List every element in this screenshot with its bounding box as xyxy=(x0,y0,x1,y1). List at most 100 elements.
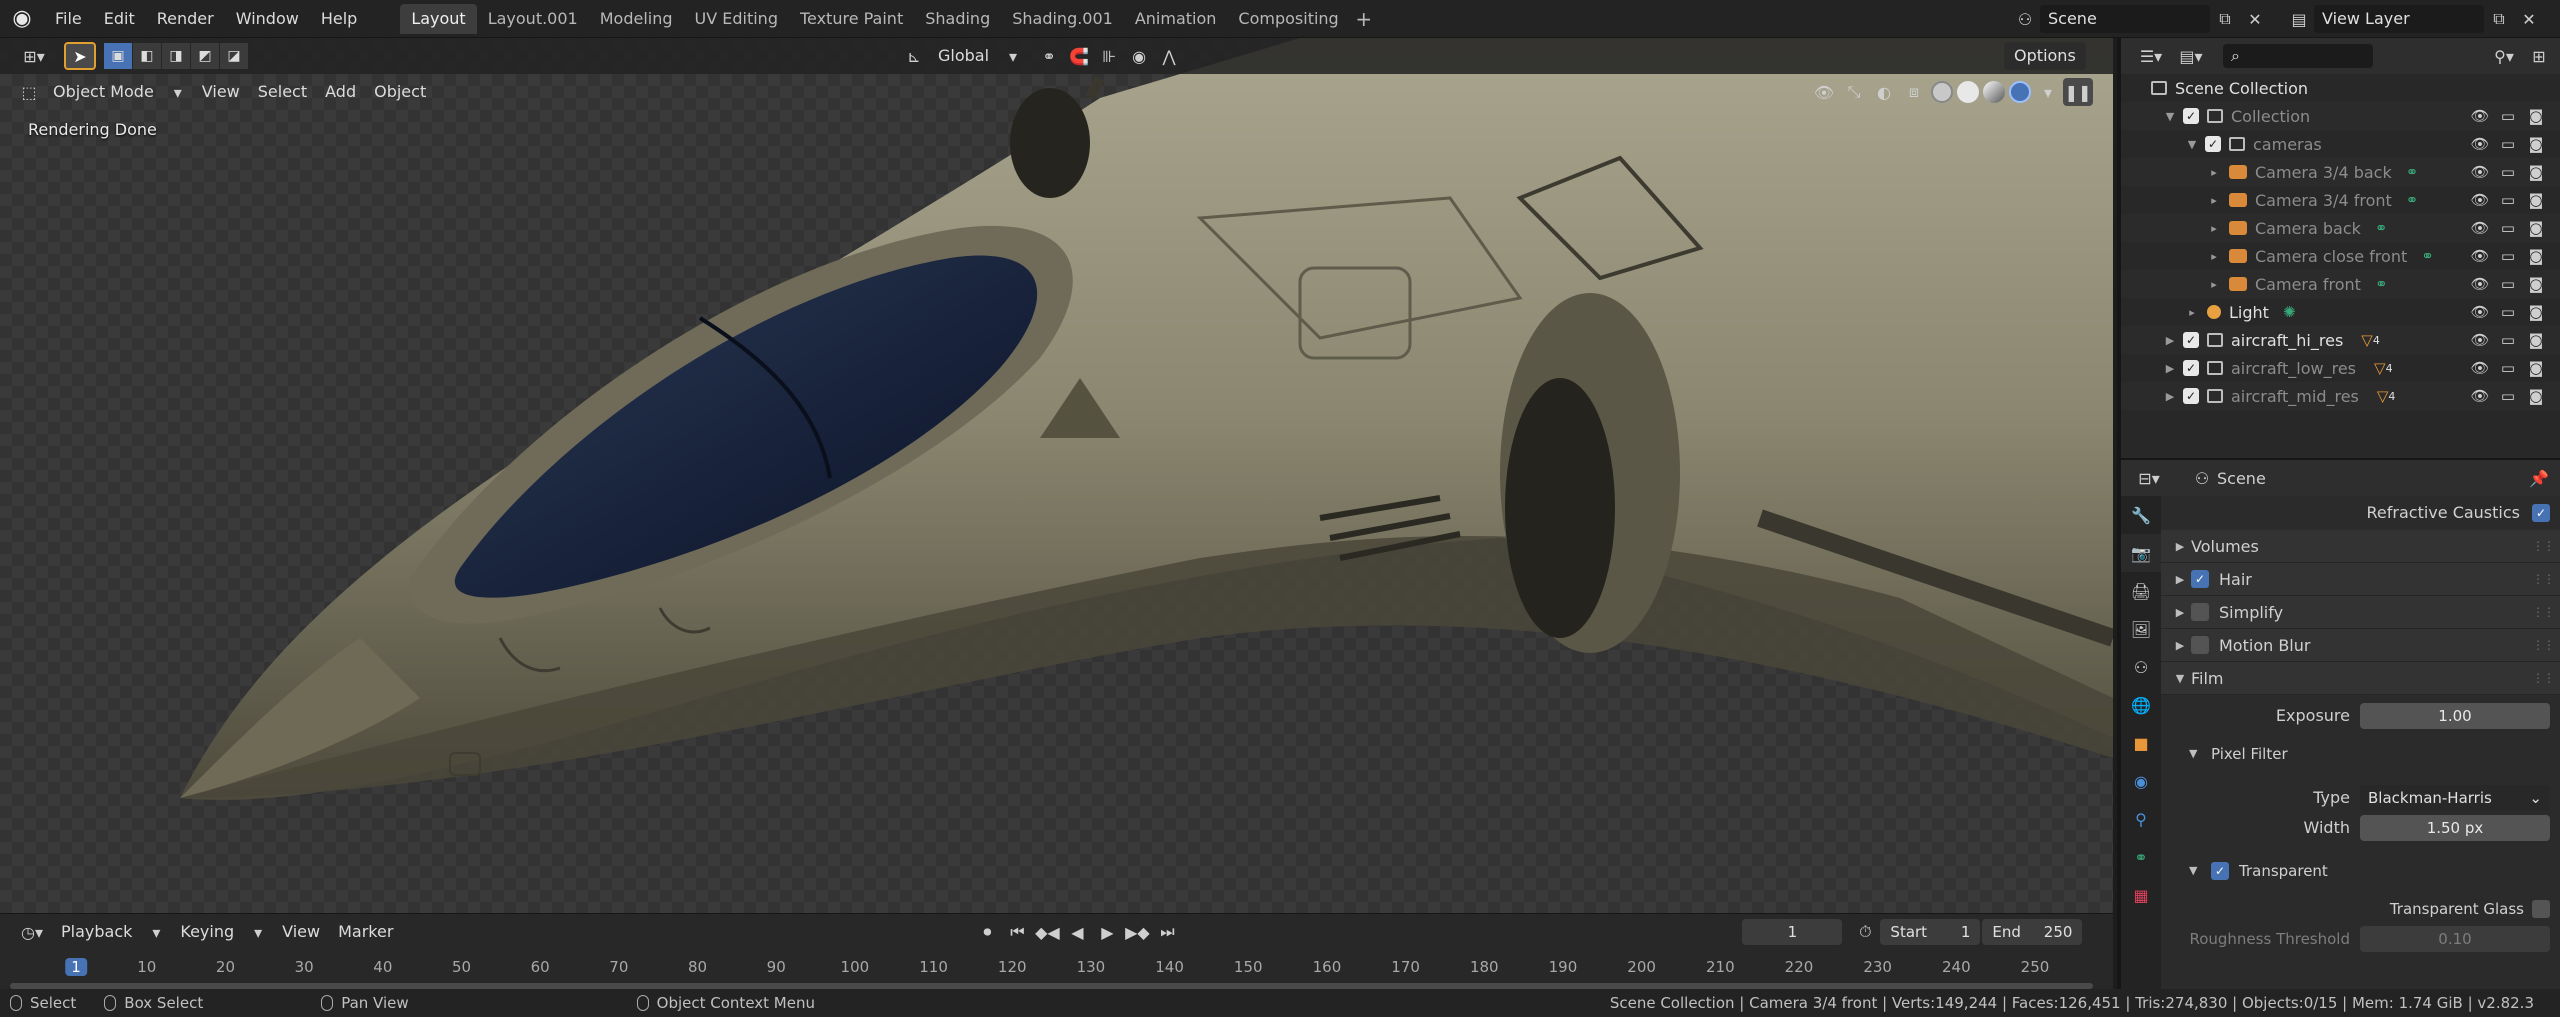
hide-in-viewport-icon[interactable]: 👁 xyxy=(2466,191,2494,209)
hide-in-viewport-icon[interactable]: 👁 xyxy=(2466,331,2494,349)
disable-in-viewports-icon[interactable]: ▭ xyxy=(2494,191,2522,209)
outliner-row[interactable]: ▸ Light ✺ 👁 ▭ ◙ xyxy=(2121,298,2560,326)
disable-in-renders-icon[interactable]: ◙ xyxy=(2522,359,2550,377)
exclude-checkbox[interactable]: ✓ xyxy=(2183,388,2199,404)
falloff-icon[interactable]: ⋀ xyxy=(1154,42,1184,70)
disable-in-viewports-icon[interactable]: ▭ xyxy=(2494,303,2522,321)
display-mode-icon[interactable]: ▤▾ xyxy=(2171,42,2211,70)
motion-blur-checkbox[interactable] xyxy=(2191,636,2209,654)
outliner-row[interactable]: ▶ ✓ aircraft_hi_res ▽ 4 👁 ▭ ◙ xyxy=(2121,326,2560,354)
menu-render[interactable]: Render xyxy=(146,4,225,34)
tab-uv-editing[interactable]: UV Editing xyxy=(684,4,789,34)
transparent-glass-checkbox[interactable] xyxy=(2532,899,2550,918)
scene-icon[interactable]: ⚇ xyxy=(2010,5,2040,33)
pixel-filter-header[interactable]: ▼ Pixel Filter xyxy=(2161,737,2560,770)
film-grip-icon[interactable]: ⋮⋮ xyxy=(2532,671,2555,685)
disable-in-renders-icon[interactable]: ◙ xyxy=(2522,219,2550,237)
blender-logo-icon[interactable]: ◉ xyxy=(0,0,44,38)
simplify-grip-icon[interactable]: ⋮⋮ xyxy=(2532,605,2555,619)
select-intersect-icon[interactable]: ◪ xyxy=(220,43,248,69)
exposure-field[interactable]: 1.00 xyxy=(2360,702,2550,729)
menu-help[interactable]: Help xyxy=(310,4,368,34)
tab-layout[interactable]: Layout xyxy=(400,3,477,34)
scene-tab-icon[interactable]: ⚇ xyxy=(2121,648,2161,686)
outliner-row[interactable]: ▸ Camera back ⚭ 👁 ▭ ◙ xyxy=(2121,214,2560,242)
menu-add[interactable]: Add xyxy=(316,78,365,106)
row-expand-icon[interactable]: ▸ xyxy=(2207,278,2221,291)
play-reverse-icon[interactable]: ◀ xyxy=(1062,918,1092,946)
object-data-tab-icon[interactable]: ⚭ xyxy=(2121,838,2161,876)
hair-panel-header[interactable]: ▶ ✓ Hair ⋮⋮ xyxy=(2161,563,2560,596)
select-extend-icon[interactable]: ◧ xyxy=(133,43,161,69)
camera-data-icon[interactable]: ⚭ xyxy=(2375,219,2388,237)
mesh-icon[interactable]: ▽ xyxy=(2374,359,2386,377)
outliner-row[interactable]: ▸ Camera front ⚭ 👁 ▭ ◙ xyxy=(2121,270,2560,298)
light-data-icon[interactable]: ✺ xyxy=(2283,303,2296,321)
jump-end-icon[interactable]: ⏭ xyxy=(1152,918,1182,946)
exclude-checkbox[interactable]: ✓ xyxy=(2183,108,2199,124)
rendered-shading-icon[interactable] xyxy=(2009,81,2031,103)
hide-in-viewport-icon[interactable]: 👁 xyxy=(2466,359,2494,377)
tab-animation[interactable]: Animation xyxy=(1124,4,1228,34)
filter-type-dropdown[interactable]: Blackman-Harris ⌄ xyxy=(2360,784,2550,811)
hide-in-viewport-icon[interactable]: 👁 xyxy=(2466,135,2494,153)
volumes-panel-header[interactable]: ▶ Volumes ⋮⋮ xyxy=(2161,530,2560,563)
start-frame-field[interactable]: Start 1 xyxy=(1880,919,1981,945)
add-workspace-button[interactable]: + xyxy=(1350,5,1378,33)
jump-start-icon[interactable]: ⏮ xyxy=(1002,918,1032,946)
motion-blur-panel-header[interactable]: ▶ Motion Blur ⋮⋮ xyxy=(2161,629,2560,662)
outliner-row[interactable]: ▸ Camera close front ⚭ 👁 ▭ ◙ xyxy=(2121,242,2560,270)
material-shading-icon[interactable] xyxy=(1983,81,2005,103)
transparent-header[interactable]: ▼ ✓ Transparent xyxy=(2161,854,2560,887)
simplify-checkbox[interactable] xyxy=(2191,603,2209,621)
mode-chevron-icon[interactable]: ▾ xyxy=(163,78,193,106)
menu-file[interactable]: File xyxy=(44,4,93,34)
outliner-editor-icon[interactable]: ☰▾ xyxy=(2131,42,2171,70)
disable-in-viewports-icon[interactable]: ▭ xyxy=(2494,359,2522,377)
disable-in-renders-icon[interactable]: ◙ xyxy=(2522,163,2550,181)
disable-in-viewports-icon[interactable]: ▭ xyxy=(2494,247,2522,265)
pin-icon[interactable]: 📌 xyxy=(2524,464,2554,492)
proportional-edit-icon[interactable]: ◉ xyxy=(1124,42,1154,70)
hide-in-viewport-icon[interactable]: 👁 xyxy=(2466,275,2494,293)
camera-data-icon[interactable]: ⚭ xyxy=(2406,163,2419,181)
disable-in-viewports-icon[interactable]: ▭ xyxy=(2494,387,2522,405)
timeline-editor-icon[interactable]: ◷▾ xyxy=(12,918,52,946)
camera-data-icon[interactable]: ⚭ xyxy=(2421,247,2434,265)
volumes-grip-icon[interactable]: ⋮⋮ xyxy=(2532,539,2555,553)
delete-scene-icon[interactable]: ✕ xyxy=(2240,5,2270,33)
transparent-checkbox[interactable]: ✓ xyxy=(2211,861,2229,880)
editor-type-icon[interactable]: ⊞▾ xyxy=(14,42,54,70)
menu-view[interactable]: View xyxy=(193,78,249,106)
hide-in-viewport-icon[interactable]: 👁 xyxy=(2466,387,2494,405)
physics-tab-icon[interactable]: ◉ xyxy=(2121,762,2161,800)
disable-in-renders-icon[interactable]: ◙ xyxy=(2522,275,2550,293)
snap-icon[interactable]: 🧲 xyxy=(1064,42,1094,70)
disable-in-renders-icon[interactable]: ◙ xyxy=(2522,135,2550,153)
menu-object[interactable]: Object xyxy=(365,78,435,106)
row-expand-icon[interactable]: ▸ xyxy=(2207,194,2221,207)
disable-in-renders-icon[interactable]: ◙ xyxy=(2522,303,2550,321)
play-icon[interactable]: ▶ xyxy=(1092,918,1122,946)
select-new-icon[interactable]: ▣ xyxy=(104,43,132,69)
outliner-row[interactable]: ▼ ✓ Collection 👁 ▭ ◙ xyxy=(2121,102,2560,130)
3d-viewport[interactable]: ⊞▾ ➤ ▣ ◧ ◨ ◩ ◪ ⊾ Global ▾ ⚭ 🧲 ⊪ ◉ ⋀ Opti… xyxy=(0,38,2113,913)
playback-chevron-icon[interactable]: ▾ xyxy=(141,918,171,946)
disable-in-renders-icon[interactable]: ◙ xyxy=(2522,107,2550,125)
row-expand-icon[interactable]: ▸ xyxy=(2207,222,2221,235)
camera-data-icon[interactable]: ⚭ xyxy=(2406,191,2419,209)
tab-shading-001[interactable]: Shading.001 xyxy=(1001,4,1124,34)
world-tab-icon[interactable]: 🌐 xyxy=(2121,686,2161,724)
mesh-icon[interactable]: ▽ xyxy=(2361,331,2373,349)
hair-grip-icon[interactable]: ⋮⋮ xyxy=(2532,572,2555,586)
object-tab-icon[interactable]: ■ xyxy=(2121,724,2161,762)
pause-render-icon[interactable]: ❚❚ xyxy=(2063,78,2093,106)
film-panel-header[interactable]: ▼ Film ⋮⋮ xyxy=(2161,662,2560,695)
view-layer-icon[interactable]: ▤ xyxy=(2284,5,2314,33)
simplify-panel-header[interactable]: ▶ Simplify ⋮⋮ xyxy=(2161,596,2560,629)
render-tab-icon[interactable]: 📷 xyxy=(2121,534,2161,572)
xray-icon[interactable]: ⧈ xyxy=(1899,78,1929,106)
solid-shading-icon[interactable] xyxy=(1957,81,1979,103)
disable-in-renders-icon[interactable]: ◙ xyxy=(2522,387,2550,405)
object-mode-icon[interactable]: ⬚ xyxy=(14,78,44,106)
